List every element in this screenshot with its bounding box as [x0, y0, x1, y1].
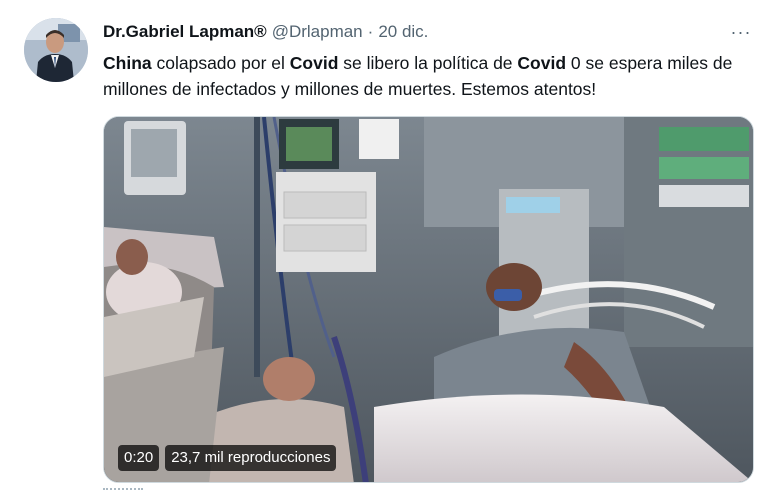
- tweet-header: Dr.Gabriel Lapman® @Drlapman · 20 dic.: [103, 22, 428, 44]
- tweet-text: China colapsado por el Covid se libero l…: [103, 50, 753, 102]
- video-duration: 0:20: [118, 445, 160, 471]
- tweet-text-segment[interactable]: China: [103, 53, 152, 73]
- tweet-text-segment: se libero la política de: [338, 53, 518, 73]
- separator-dot: ·: [367, 22, 374, 41]
- avatar-photo: [24, 18, 88, 82]
- video-player[interactable]: 0:20 23,7 mil reproducciones: [103, 116, 754, 483]
- video-frame: [104, 117, 753, 482]
- tweet-text-segment: colapsado por el: [151, 53, 290, 73]
- tweet-text-segment[interactable]: Covid: [290, 53, 339, 73]
- tweet-card[interactable]: Dr.Gabriel Lapman® @Drlapman · 20 dic. ·…: [0, 0, 768, 493]
- author-handle[interactable]: @Drlapman: [272, 22, 363, 42]
- action-bar-edge: [103, 488, 143, 493]
- author-name[interactable]: Dr.Gabriel Lapman®: [103, 22, 267, 42]
- avatar[interactable]: [24, 18, 88, 82]
- tweet-date[interactable]: 20 dic.: [378, 22, 428, 42]
- video-views: 23,7 mil reproducciones: [165, 445, 337, 471]
- tweet-text-segment[interactable]: Covid: [517, 53, 566, 73]
- more-icon[interactable]: ···: [728, 22, 754, 42]
- video-overlay: 0:20 23,7 mil reproducciones: [118, 444, 337, 472]
